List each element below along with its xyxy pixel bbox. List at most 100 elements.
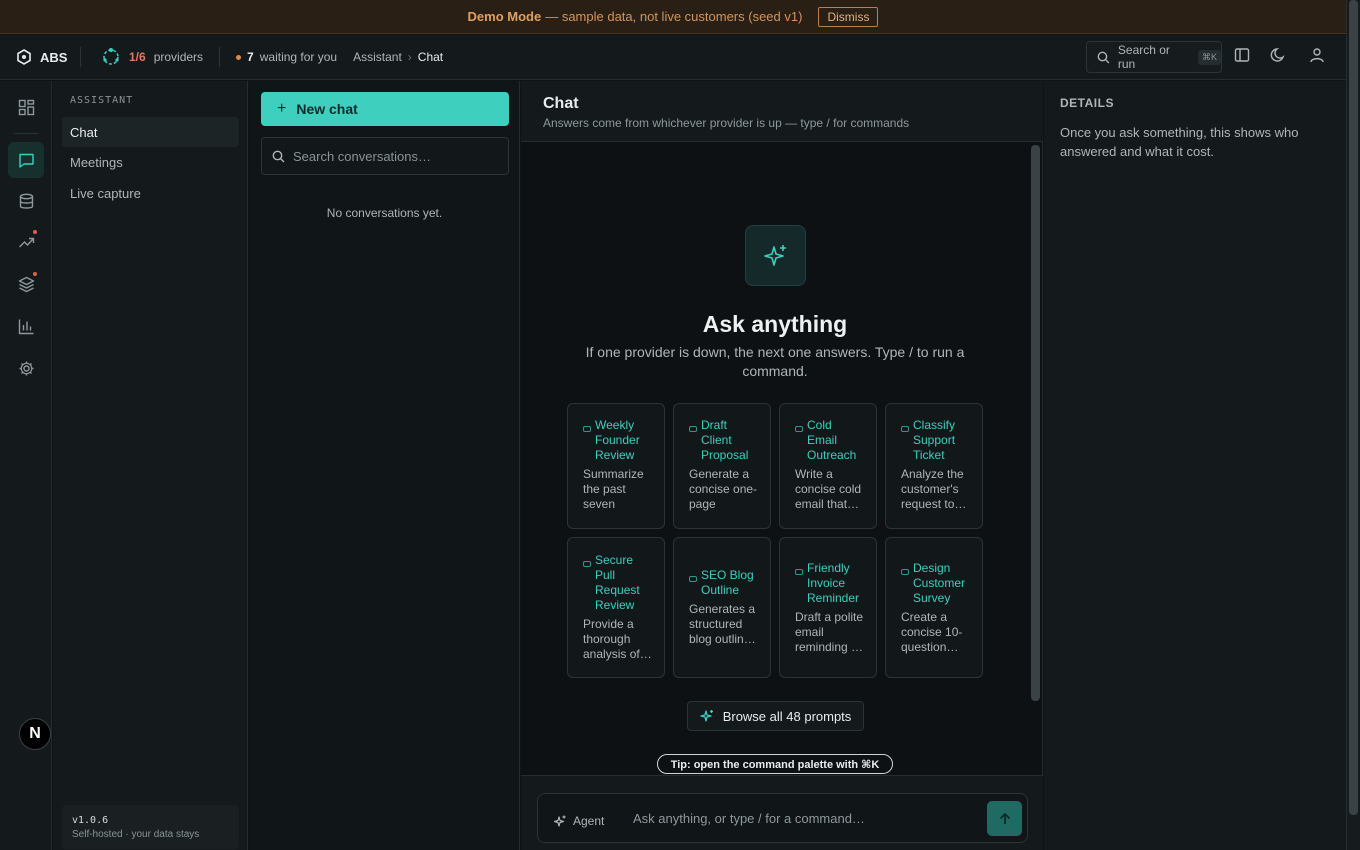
subnav-item-meetings[interactable]: Meetings xyxy=(62,147,239,177)
app-logo[interactable]: ABS xyxy=(0,49,80,65)
prompt-card-classify-support-ticket[interactable]: Classify Support Ticket Analyze the cust… xyxy=(885,403,983,529)
empty-conversations: No conversations yet. xyxy=(326,206,443,220)
top-bar: ABS 1/6 providers 7 waiting for you Assi… xyxy=(0,35,1346,80)
new-chat-label: New chat xyxy=(296,101,358,117)
providers-ring-icon xyxy=(103,48,119,65)
prompt-card-desc: Generate a concise one-page client… xyxy=(689,467,758,511)
moon-icon[interactable] xyxy=(1270,47,1286,63)
prompt-icon xyxy=(901,569,909,575)
search-label: Search or run xyxy=(1117,43,1170,71)
prompt-icon xyxy=(795,426,803,432)
providers-status[interactable]: 1/6 providers xyxy=(81,47,219,67)
browse-prompts-label: Browse all 48 prompts xyxy=(722,708,852,724)
providers-label: providers xyxy=(153,50,204,64)
prompt-icon xyxy=(583,561,591,567)
search-shortcut: ⌘K xyxy=(1197,49,1221,65)
gear-icon[interactable] xyxy=(8,350,44,386)
prompt-card-title: Draft Client Proposal xyxy=(701,418,749,462)
prompt-card-desc: Write a concise cold email that… xyxy=(795,467,862,511)
prompt-card-title: Friendly Invoice Reminder xyxy=(807,561,860,605)
arrow-up-icon xyxy=(999,812,1010,824)
rail-divider xyxy=(14,133,38,134)
assistant-subnav: ASSISTANT Chat Meetings Live capture v1.… xyxy=(53,81,248,850)
send-button[interactable] xyxy=(987,801,1022,836)
prompt-card-title: Cold Email Outreach xyxy=(807,418,857,462)
sparkle-icon xyxy=(700,709,713,722)
search-icon xyxy=(272,150,285,162)
chat-icon[interactable] xyxy=(8,142,44,178)
composer: Agent Ask anything, or type / for a comm… xyxy=(537,793,1028,843)
prompt-card-desc: Generates a structured blog outlin… xyxy=(689,602,756,646)
notification-dot xyxy=(33,272,37,276)
page-scrollbar-thumb[interactable] xyxy=(1349,0,1358,815)
chat-scrollbar[interactable] xyxy=(1031,145,1040,701)
waiting-status[interactable]: 7 waiting for you xyxy=(220,50,337,64)
details-title: DETAILS xyxy=(1060,96,1114,110)
hero-title: Ask anything xyxy=(702,311,848,337)
prompt-icon xyxy=(689,426,697,432)
prompt-card-title: Classify Support Ticket xyxy=(913,418,956,462)
conversations-panel: + New chat Search conversations… No conv… xyxy=(249,81,520,850)
chat-header: Chat Answers come from whichever provide… xyxy=(521,81,1043,142)
details-text: Once you ask something, this shows who a… xyxy=(1060,125,1299,159)
dashboard-icon[interactable] xyxy=(8,89,44,125)
prompt-card-design-customer-survey[interactable]: Design Customer Survey Create a concise … xyxy=(885,537,983,678)
bar-chart-icon[interactable] xyxy=(8,308,44,344)
prompt-card-cold-email-outreach[interactable]: Cold Email Outreach Write a concise cold… xyxy=(779,403,877,529)
subnav-item-live-capture[interactable]: Live capture xyxy=(62,178,239,208)
breadcrumb-assistant[interactable]: Assistant xyxy=(353,50,402,64)
details-panel: DETAILS Once you ask something, this sho… xyxy=(1044,81,1346,850)
new-chat-button[interactable]: + New chat xyxy=(261,92,509,126)
waiting-count: 7 xyxy=(247,50,254,64)
prompt-card-friendly-invoice-reminder[interactable]: Friendly Invoice Reminder Draft a polite… xyxy=(779,537,877,678)
avatar[interactable]: N xyxy=(19,718,51,750)
search-conversations-placeholder: Search conversations… xyxy=(293,148,432,164)
providers-count: 1/6 xyxy=(129,50,146,64)
agent-label: Agent xyxy=(573,814,605,828)
subnav-item-chat[interactable]: Chat xyxy=(62,117,239,147)
version-number: v1.0.6 xyxy=(72,815,109,826)
prompt-card-desc: Create a concise 10-question… xyxy=(901,610,963,654)
demo-banner: Demo Mode — sample data, not live custom… xyxy=(0,0,1346,34)
prompt-icon xyxy=(583,426,591,432)
page-title: Chat xyxy=(543,95,579,112)
database-icon[interactable] xyxy=(8,183,44,219)
app-name: ABS xyxy=(40,49,68,65)
dismiss-button[interactable]: Dismiss xyxy=(818,6,879,27)
prompt-card-seo-blog-outline[interactable]: SEO Blog Outline Generates a structured … xyxy=(673,537,771,678)
trending-icon[interactable] xyxy=(8,224,44,260)
breadcrumb-chat: Chat xyxy=(417,50,444,64)
demo-mode-label: Demo Mode xyxy=(467,9,542,24)
page-scrollbar[interactable] xyxy=(1346,0,1360,850)
layers-icon[interactable] xyxy=(8,266,44,302)
sparkle-hero-icon xyxy=(745,225,806,286)
prompt-card-title: SEO Blog Outline xyxy=(701,568,754,597)
waiting-label: waiting for you xyxy=(259,50,338,64)
agent-mode-button[interactable]: Agent xyxy=(554,814,604,828)
notification-dot xyxy=(33,230,37,234)
chevron-right-icon: › xyxy=(407,50,412,64)
subnav-title: ASSISTANT xyxy=(70,95,134,106)
prompt-card-draft-client-proposal[interactable]: Draft Client Proposal Generate a concise… xyxy=(673,403,771,529)
prompt-card-secure-pull-request-review[interactable]: Secure Pull Request Review Provide a tho… xyxy=(567,537,665,678)
hexagon-logo-icon xyxy=(17,49,31,65)
page-subtitle: Answers come from whichever provider is … xyxy=(543,116,910,130)
sidebar-toggle-icon[interactable] xyxy=(1234,47,1250,63)
search-conversations-input[interactable]: Search conversations… xyxy=(261,137,509,175)
demo-banner-text: — sample data, not live customers (seed … xyxy=(545,9,803,24)
prompt-card-weekly-founder-review[interactable]: Weekly Founder Review Summarize the past… xyxy=(567,403,665,529)
prompt-card-desc: Analyze the customer's request to… xyxy=(901,467,967,511)
hero-subtitle: If one provider is down, the next one an… xyxy=(585,344,965,379)
prompt-card-desc: Summarize the past seven days,… xyxy=(583,467,644,511)
chat-input[interactable]: Ask anything, or type / for a command… xyxy=(633,811,865,826)
plus-icon: + xyxy=(277,100,287,117)
prompt-icon xyxy=(901,426,909,432)
prompt-icon xyxy=(689,576,697,582)
browse-prompts-button[interactable]: Browse all 48 prompts xyxy=(687,701,864,731)
prompt-card-title: Secure Pull Request Review xyxy=(595,553,640,612)
user-icon[interactable] xyxy=(1309,47,1325,63)
prompt-icon xyxy=(795,569,803,575)
sparkle-icon xyxy=(554,815,566,827)
breadcrumb: Assistant › Chat xyxy=(337,50,443,64)
command-search[interactable]: Search or run ⌘K xyxy=(1086,41,1222,73)
